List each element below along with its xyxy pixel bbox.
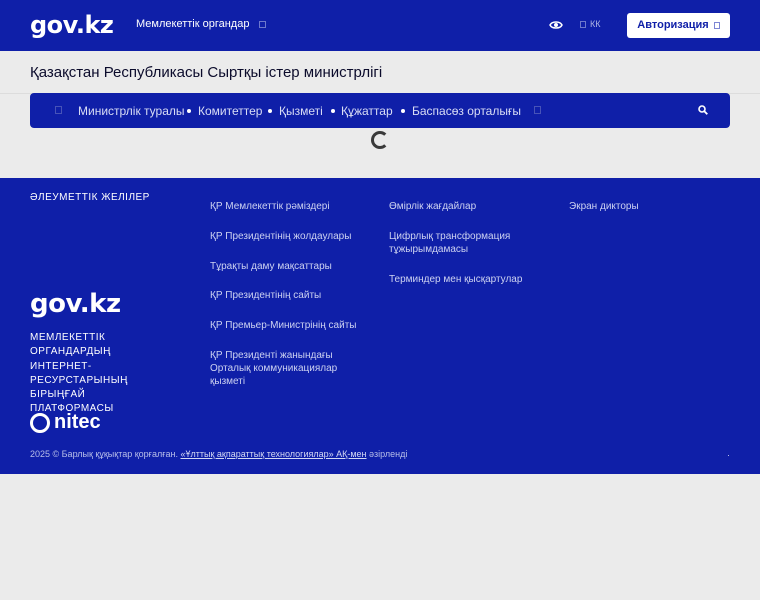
footer-link[interactable]: ҚР Мемлекеттік рәміздері (210, 200, 370, 213)
copyright-suffix: әзірленді (369, 449, 408, 459)
gov-kz-logo[interactable]: gov.kz (30, 11, 114, 39)
nitec-logo[interactable]: nitec (30, 411, 101, 434)
eye-icon[interactable] (549, 18, 563, 32)
footer-link[interactable]: ҚР Премьер-Министрінің сайты (210, 319, 370, 332)
nav-separator (401, 109, 405, 113)
footer-link[interactable]: Тұрақты даму мақсаттары (210, 260, 370, 273)
footer-link[interactable]: Өмірлік жағдайлар (389, 200, 549, 213)
language-label: КК (590, 19, 601, 29)
copyright-prefix: 2025 © Барлық құқықтар қорғалған. (30, 449, 178, 459)
footer-link[interactable]: Цифрлық трансформация тұжырымдамасы (389, 230, 519, 256)
footer-link[interactable]: ҚР Президентінің жолдаулары (210, 230, 370, 243)
nitec-ring-icon (30, 412, 50, 433)
site-footer: ӘЛЕУМЕТТІК ЖЕЛІЛЕР gov.kz МЕМЛЕКЕТТІК ОР… (0, 178, 760, 474)
social-networks-title: ӘЛЕУМЕТТІК ЖЕЛІЛЕР (30, 192, 150, 203)
login-icon (713, 21, 720, 29)
decorative-dot (728, 455, 729, 456)
copyright: 2025 © Барлық құқықтар қорғалған. «Ұлтты… (30, 449, 407, 459)
footer-link[interactable]: Терминдер мен қысқартулар (389, 273, 549, 286)
gov-orgs-dropdown[interactable]: Мемлекеттік органдар (136, 18, 266, 30)
footer-link-screen-reader[interactable]: Экран дикторы (569, 200, 729, 213)
footer-link[interactable]: ҚР Президенті жанындағы Орталық коммуник… (210, 349, 350, 388)
more-icon[interactable] (534, 106, 541, 114)
nav-item-about[interactable]: Министрлік туралы (78, 104, 185, 118)
nav-separator (331, 109, 335, 113)
nav-item-press-center[interactable]: Баспасөз орталығы (412, 104, 521, 118)
search-icon[interactable] (698, 105, 708, 115)
auth-button-label: Авторизация (637, 19, 709, 31)
nav-separator (187, 109, 191, 113)
nitec-label: nitec (54, 411, 101, 433)
page-title: Қазақстан Республикасы Сыртқы істер мини… (30, 64, 383, 81)
globe-icon (580, 21, 586, 29)
gov-orgs-label: Мемлекеттік органдар (136, 18, 250, 30)
main-nav: Министрлік туралы Комитеттер Қызметі Құж… (30, 93, 730, 128)
menu-icon[interactable] (55, 106, 62, 114)
site-header: gov.kz Мемлекеттік органдар КК Авторизац… (0, 0, 760, 51)
nav-separator (268, 109, 272, 113)
chevron-down-icon (258, 20, 266, 28)
copyright-link[interactable]: «Ұлттық ақпараттық технологиялар» АҚ-мен (181, 449, 367, 459)
platform-description: МЕМЛЕКЕТТІК ОРГАНДАРДЫҢ ИНТЕРНЕТ-РЕСУРСТ… (30, 332, 128, 415)
nav-item-committees[interactable]: Комитеттер (198, 104, 262, 118)
nav-item-documents[interactable]: Құжаттар (341, 104, 393, 118)
loading-spinner (371, 131, 389, 149)
language-selector[interactable]: КК (580, 19, 601, 29)
footer-gov-kz-logo[interactable]: gov.kz (30, 289, 121, 319)
nav-item-activity[interactable]: Қызметі (279, 104, 323, 118)
footer-link[interactable]: ҚР Президентінің сайты (210, 289, 370, 302)
auth-button[interactable]: Авторизация (627, 13, 730, 38)
